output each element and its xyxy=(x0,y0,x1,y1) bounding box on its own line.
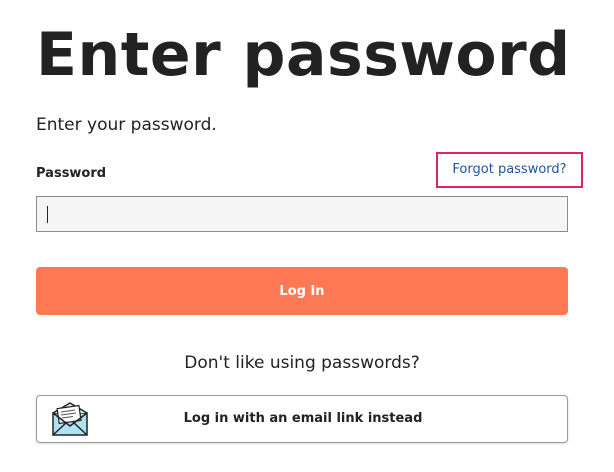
email-link-label: Log in with an email link instead xyxy=(183,411,423,426)
password-input[interactable] xyxy=(36,196,568,232)
forgot-password-highlight: Forgot password? xyxy=(436,152,583,188)
page-title: Enter password xyxy=(36,20,571,90)
password-label: Password xyxy=(36,166,107,181)
alternative-login-prompt: Don't like using passwords? xyxy=(184,353,420,373)
text-cursor xyxy=(47,206,48,223)
email-link-login-button[interactable]: Log in with an email link instead xyxy=(36,395,568,443)
password-page: Enter password Enter your password. Pass… xyxy=(36,0,583,472)
page-subtitle: Enter your password. xyxy=(36,115,217,135)
forgot-password-link[interactable]: Forgot password? xyxy=(452,162,566,178)
log-in-button[interactable]: Log In xyxy=(36,267,568,315)
